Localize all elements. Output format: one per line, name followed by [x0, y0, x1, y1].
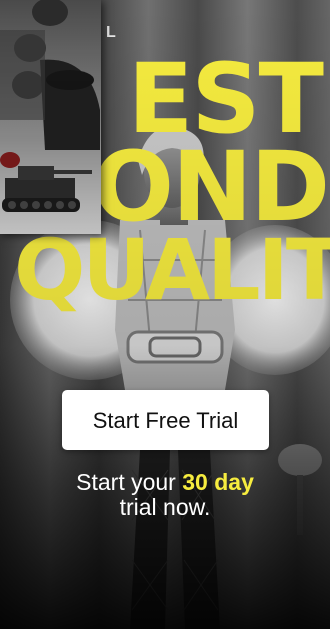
promo-screen: L EST OND QUALITY	[0, 0, 330, 629]
poster-thumbnail	[0, 0, 101, 234]
offer-highlight: 30 day	[182, 469, 254, 495]
war-movie-poster-icon	[0, 0, 101, 234]
start-free-trial-button[interactable]: Start Free Trial	[62, 390, 269, 450]
offer-prefix: Start your	[76, 469, 183, 495]
headline-line-3: QUALITY	[14, 220, 330, 319]
corner-letter: L	[106, 24, 116, 41]
offer-suffix: trial now.	[119, 494, 211, 521]
trial-offer-text: Start your 30 day trial now.	[0, 469, 330, 521]
